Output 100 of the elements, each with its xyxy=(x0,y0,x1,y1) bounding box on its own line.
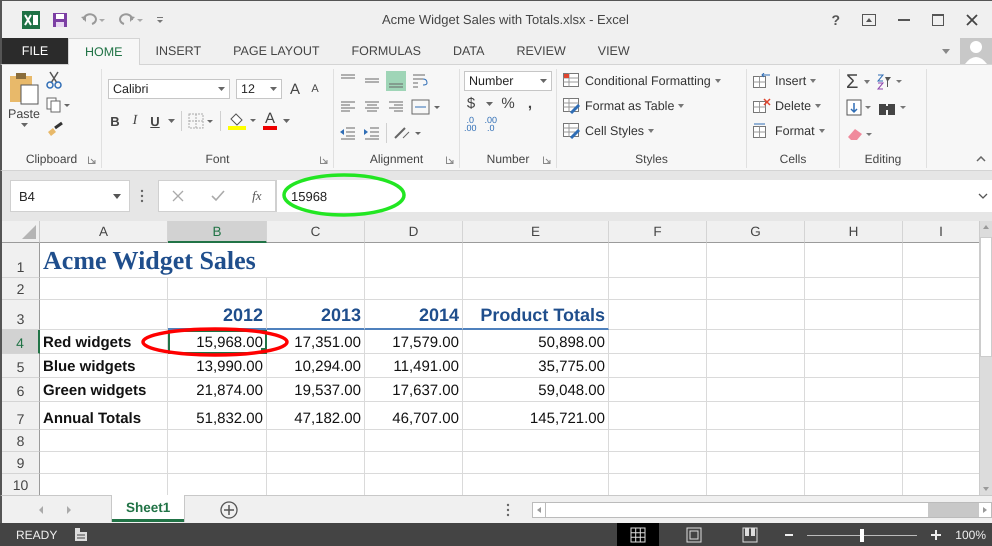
empty-cell[interactable] xyxy=(267,430,365,452)
number-cell[interactable]: 17,351.00 xyxy=(267,330,365,354)
caret-icon[interactable] xyxy=(486,102,493,106)
empty-cell[interactable] xyxy=(805,278,903,300)
bold-button[interactable]: B xyxy=(108,114,122,128)
scroll-thumb[interactable] xyxy=(545,502,928,516)
conditional-formatting-button[interactable]: Conditional Formatting xyxy=(563,71,721,91)
dialog-launcher-icon[interactable] xyxy=(320,156,328,164)
column-header[interactable]: E xyxy=(463,221,609,243)
empty-cell[interactable] xyxy=(805,243,903,278)
empty-cell[interactable] xyxy=(365,452,463,474)
scroll-left-icon[interactable] xyxy=(533,502,545,516)
row-header[interactable]: 8 xyxy=(2,430,40,452)
empty-cell[interactable] xyxy=(609,330,707,354)
empty-cell[interactable] xyxy=(609,278,707,300)
column-header[interactable]: H xyxy=(805,221,903,243)
row-header[interactable]: 1 xyxy=(2,243,40,278)
enter-icon[interactable] xyxy=(211,190,226,202)
zoom-out-icon[interactable] xyxy=(785,531,794,539)
row-header[interactable]: 9 xyxy=(2,452,40,474)
format-painter-icon[interactable] xyxy=(46,121,64,137)
number-cell[interactable]: 21,874.00 xyxy=(168,378,267,402)
empty-cell[interactable] xyxy=(707,378,805,402)
user-avatar-icon[interactable] xyxy=(960,38,992,64)
column-header[interactable]: B xyxy=(168,221,267,243)
horizontal-scrollbar[interactable] xyxy=(532,502,992,518)
borders-icon[interactable] xyxy=(188,113,214,129)
delete-button[interactable]: Delete xyxy=(753,96,825,116)
cell-styles-button[interactable]: Cell Styles xyxy=(563,121,721,141)
ribbon-display-icon[interactable] xyxy=(862,14,876,26)
empty-cell[interactable] xyxy=(609,430,707,452)
empty-cell[interactable] xyxy=(805,430,903,452)
number-cell[interactable]: 17,579.00 xyxy=(365,330,463,354)
previous-sheet-icon[interactable] xyxy=(38,506,44,514)
empty-cell[interactable] xyxy=(609,452,707,474)
sheet-tab[interactable]: Sheet1 xyxy=(112,495,184,522)
empty-cell[interactable] xyxy=(168,278,267,300)
empty-cell[interactable] xyxy=(805,354,903,378)
column-header[interactable]: D xyxy=(365,221,463,243)
zoom-level[interactable]: 100% xyxy=(955,528,986,542)
font-size-field[interactable]: 12 xyxy=(236,79,282,99)
number-cell[interactable]: 47,182.00 xyxy=(267,402,365,430)
empty-cell[interactable] xyxy=(463,430,609,452)
customize-menu-icon[interactable] xyxy=(156,14,164,24)
column-header[interactable]: C xyxy=(267,221,365,243)
number-format-field[interactable]: Number xyxy=(464,71,552,91)
empty-cell[interactable] xyxy=(805,300,903,330)
number-cell[interactable]: 13,990.00 xyxy=(168,354,267,378)
empty-cell[interactable] xyxy=(707,278,805,300)
caret-icon[interactable] xyxy=(168,119,175,123)
add-sheet-icon[interactable] xyxy=(220,500,238,518)
column-heading[interactable]: Product Totals xyxy=(463,300,609,330)
number-cell[interactable]: 35,775.00 xyxy=(463,354,609,378)
insert-button[interactable]: Insert xyxy=(753,71,825,91)
column-heading[interactable]: 2014 xyxy=(365,300,463,330)
caret-icon[interactable] xyxy=(864,80,870,84)
empty-cell[interactable] xyxy=(707,354,805,378)
next-sheet-icon[interactable] xyxy=(66,506,72,514)
number-cell[interactable]: 11,491.00 xyxy=(365,354,463,378)
column-header[interactable]: G xyxy=(707,221,805,243)
empty-cell[interactable] xyxy=(707,300,805,330)
ribbon-tab[interactable]: PAGE LAYOUT xyxy=(217,38,336,64)
zoom-in-icon[interactable] xyxy=(931,530,942,540)
undo-icon[interactable] xyxy=(80,12,106,26)
row-header[interactable]: 4 xyxy=(2,330,40,354)
row-label[interactable]: Blue widgets xyxy=(40,354,168,378)
number-cell[interactable]: 50,898.00 xyxy=(463,330,609,354)
close-icon[interactable] xyxy=(966,14,978,26)
row-header[interactable]: 6 xyxy=(2,378,40,402)
sort-filter-icon[interactable] xyxy=(876,73,902,91)
formula-input[interactable]: 15968 xyxy=(276,180,992,212)
empty-cell[interactable] xyxy=(609,378,707,402)
collapse-ribbon-icon[interactable] xyxy=(976,156,986,162)
grow-font-button[interactable]: A xyxy=(288,80,302,98)
currency-button[interactable]: $ xyxy=(464,95,478,112)
shrink-font-button[interactable]: A xyxy=(308,83,322,95)
number-cell[interactable]: 19,537.00 xyxy=(267,378,365,402)
empty-cell[interactable] xyxy=(463,452,609,474)
vertical-scrollbar[interactable] xyxy=(979,221,992,495)
cut-icon[interactable] xyxy=(46,71,62,89)
paste-button[interactable]: Paste xyxy=(8,69,40,150)
minimize-icon[interactable] xyxy=(898,18,910,20)
row-header[interactable]: 7 xyxy=(2,402,40,430)
empty-cell[interactable] xyxy=(267,278,365,300)
dialog-launcher-icon[interactable] xyxy=(88,156,96,164)
row-label[interactable]: Green widgets xyxy=(40,378,168,402)
format-as-table-button[interactable]: Format as Table xyxy=(563,96,721,116)
ribbon-tab[interactable]: FORMULAS xyxy=(336,38,437,64)
redo-icon[interactable] xyxy=(118,12,144,26)
name-box[interactable]: B4 xyxy=(10,180,130,212)
empty-cell[interactable] xyxy=(805,452,903,474)
macro-record-icon[interactable] xyxy=(74,528,88,542)
increase-decimal-button[interactable]: .0 .00 xyxy=(464,116,477,132)
save-icon[interactable] xyxy=(52,12,68,28)
empty-cell[interactable] xyxy=(805,402,903,430)
empty-cell[interactable] xyxy=(365,430,463,452)
empty-cell[interactable] xyxy=(707,330,805,354)
row-label[interactable]: Red widgets xyxy=(40,330,168,354)
bottom-align-icon[interactable] xyxy=(386,71,406,91)
number-cell[interactable]: 59,048.00 xyxy=(463,378,609,402)
